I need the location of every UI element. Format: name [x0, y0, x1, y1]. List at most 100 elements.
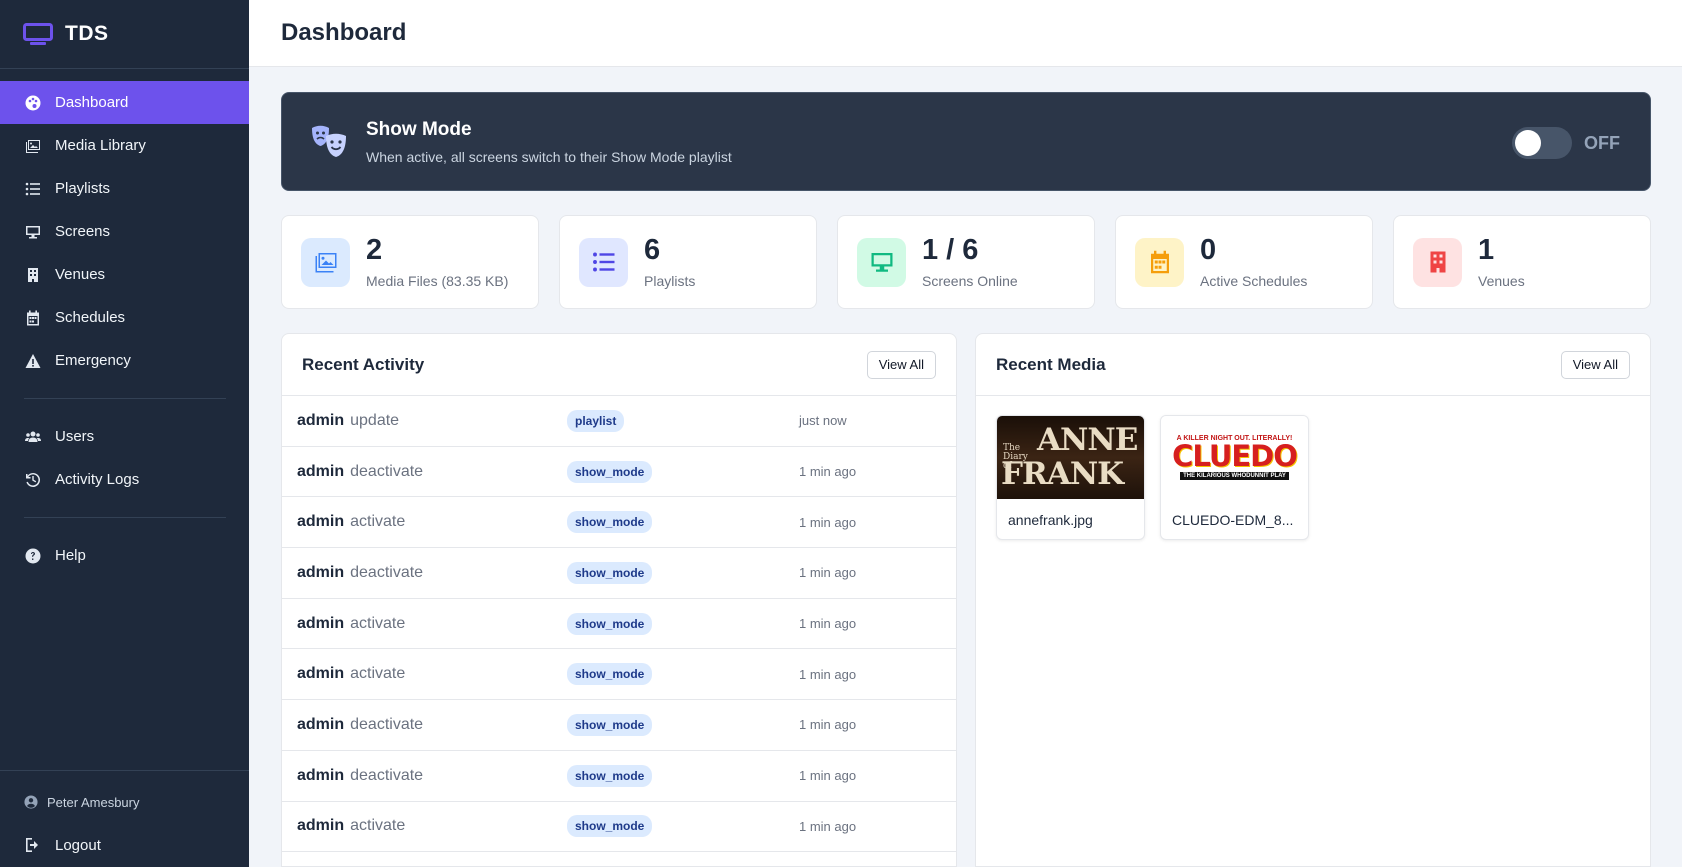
activity-type-col: show_mode	[567, 764, 799, 787]
recent-media-panel: Recent Media View All The Diary of ANNE …	[975, 333, 1651, 867]
sidebar-item-label: Schedules	[55, 309, 126, 326]
activity-action: update	[350, 411, 400, 429]
page-title: Dashboard	[281, 19, 407, 46]
panel-header: Recent Activity View All	[282, 334, 956, 396]
activity-action: activate	[350, 614, 406, 632]
activity-row[interactable]: admin activate show_mode 1 min ago	[282, 649, 956, 701]
activity-type-col: show_mode	[567, 511, 799, 534]
sidebar-item-media-library[interactable]: Media Library	[0, 124, 249, 167]
activity-summary: admin deactivate	[297, 463, 567, 481]
sidebar-item-help[interactable]: Help	[0, 534, 249, 577]
list-icon	[24, 180, 42, 198]
nav-divider	[24, 398, 226, 399]
activity-type-badge: show_mode	[567, 663, 653, 686]
show-mode-toggle[interactable]	[1512, 127, 1572, 159]
activity-type-badge: show_mode	[567, 460, 653, 483]
show-mode-title: Show Mode	[366, 118, 472, 140]
activity-type-col: show_mode	[567, 561, 799, 584]
activity-type-badge: show_mode	[567, 815, 653, 838]
activity-summary: admin activate	[297, 513, 567, 531]
thumb-text: CLUEDO	[1172, 439, 1298, 473]
activity-time: 1 min ago	[799, 818, 857, 834]
stat-value: 2	[366, 233, 383, 266]
activity-type-badge: show_mode	[567, 511, 653, 534]
stat-card-screens-online[interactable]: 1 / 6 Screens Online	[837, 215, 1095, 309]
palette-icon	[24, 94, 42, 112]
stat-label: Media Files (83.35 KB)	[366, 272, 509, 289]
calendar-icon	[24, 309, 42, 327]
logout-button[interactable]: Logout	[0, 823, 249, 867]
user-circle-icon	[24, 795, 38, 809]
activity-row[interactable]: admin deactivate show_mode 1 min ago	[282, 548, 956, 599]
activity-row[interactable]: admin deactivate show_mode 1 min ago	[282, 447, 956, 498]
activity-time: 1 min ago	[799, 565, 857, 581]
sidebar-item-label: Emergency	[55, 352, 131, 369]
activity-user: admin	[297, 766, 345, 784]
thumb-text: FRANK	[1001, 456, 1124, 492]
sidebar-item-activity-logs[interactable]: Activity Logs	[0, 458, 249, 501]
sidebar: TDS Dashboard Media Library Playlists Sc…	[0, 0, 249, 867]
activity-row[interactable]: admin activate show_mode 1 min ago	[282, 497, 956, 549]
activity-row[interactable]: admin deactivate show_mode 1 min ago	[282, 700, 956, 751]
activity-action: deactivate	[350, 462, 424, 480]
activity-user: admin	[297, 665, 345, 683]
activity-type-col: show_mode	[567, 713, 799, 736]
panel-title: Recent Activity	[302, 354, 425, 374]
stat-value: 1 / 6	[922, 233, 979, 266]
media-name: annefrank.jpg	[1008, 512, 1093, 528]
view-all-media-button[interactable]: View All	[1560, 350, 1630, 379]
desktop-icon	[857, 237, 906, 287]
activity-summary: admin deactivate	[297, 767, 567, 785]
stat-value: 0	[1200, 233, 1217, 266]
sidebar-item-label: Playlists	[55, 180, 111, 197]
activity-summary: admin activate	[297, 817, 567, 835]
view-all-activity-button[interactable]: View All	[866, 350, 936, 379]
show-mode-panel: Show Mode When active, all screens switc…	[281, 92, 1651, 191]
images-icon	[301, 237, 350, 287]
stat-label: Active Schedules	[1200, 272, 1308, 289]
activity-type-badge: show_mode	[567, 612, 653, 635]
media-card[interactable]: The Diary of ANNE FRANK annefrank.jpg	[996, 415, 1145, 540]
media-card[interactable]: A KILLER NIGHT OUT. LITERALLY! CLUEDO TH…	[1160, 415, 1309, 540]
activity-time: 1 min ago	[799, 666, 857, 682]
warning-icon	[24, 352, 42, 370]
show-mode-state: OFF	[1584, 132, 1620, 153]
stat-card-media-files[interactable]: 2 Media Files (83.35 KB)	[281, 215, 539, 309]
sidebar-item-label: Screens	[55, 223, 111, 240]
toggle-knob	[1515, 130, 1541, 156]
sidebar-item-users[interactable]: Users	[0, 415, 249, 458]
activity-row[interactable]: admin activate show_mode 1 min ago	[282, 802, 956, 853]
activity-row[interactable]: admin update playlist just now	[282, 396, 956, 447]
stats-row: 2 Media Files (83.35 KB) 6 Playlists 1 /…	[281, 215, 1651, 309]
sidebar-item-emergency[interactable]: Emergency	[0, 339, 249, 382]
sidebar-item-playlists[interactable]: Playlists	[0, 167, 249, 210]
activity-row[interactable]: admin deactivate show_mode 1 min ago	[282, 751, 956, 802]
activity-type-badge: show_mode	[567, 764, 653, 787]
question-icon	[24, 547, 42, 565]
brand[interactable]: TDS	[0, 0, 249, 69]
show-mode-description: When active, all screens switch to their…	[366, 148, 732, 165]
images-icon	[24, 137, 42, 155]
activity-action: deactivate	[350, 563, 424, 581]
activity-row[interactable]: admin activate show_mode 1 min ago	[282, 599, 956, 650]
activity-type-col: show_mode	[567, 815, 799, 838]
sidebar-nav: Dashboard Media Library Playlists Screen…	[0, 69, 249, 577]
sidebar-item-dashboard[interactable]: Dashboard	[0, 81, 249, 124]
stat-card-playlists[interactable]: 6 Playlists	[559, 215, 817, 309]
stat-value: 6	[644, 233, 661, 266]
show-mode-toggle-wrap: OFF	[1512, 127, 1620, 159]
activity-time: 1 min ago	[799, 717, 857, 733]
activity-user: admin	[297, 411, 345, 429]
sidebar-item-screens[interactable]: Screens	[0, 210, 249, 253]
activity-summary: admin deactivate	[297, 564, 567, 582]
stat-card-active-schedules[interactable]: 0 Active Schedules	[1115, 215, 1373, 309]
activity-action: activate	[350, 665, 406, 683]
sidebar-item-label: Help	[55, 547, 86, 564]
stat-label: Screens Online	[922, 272, 1018, 289]
stat-card-venues[interactable]: 1 Venues	[1393, 215, 1651, 309]
sidebar-item-schedules[interactable]: Schedules	[0, 296, 249, 339]
media-thumbnail: A KILLER NIGHT OUT. LITERALLY! CLUEDO TH…	[1161, 416, 1308, 499]
brand-name: TDS	[65, 22, 109, 45]
sidebar-item-venues[interactable]: Venues	[0, 253, 249, 296]
recent-activity-panel: Recent Activity View All admin update play…	[281, 333, 957, 867]
